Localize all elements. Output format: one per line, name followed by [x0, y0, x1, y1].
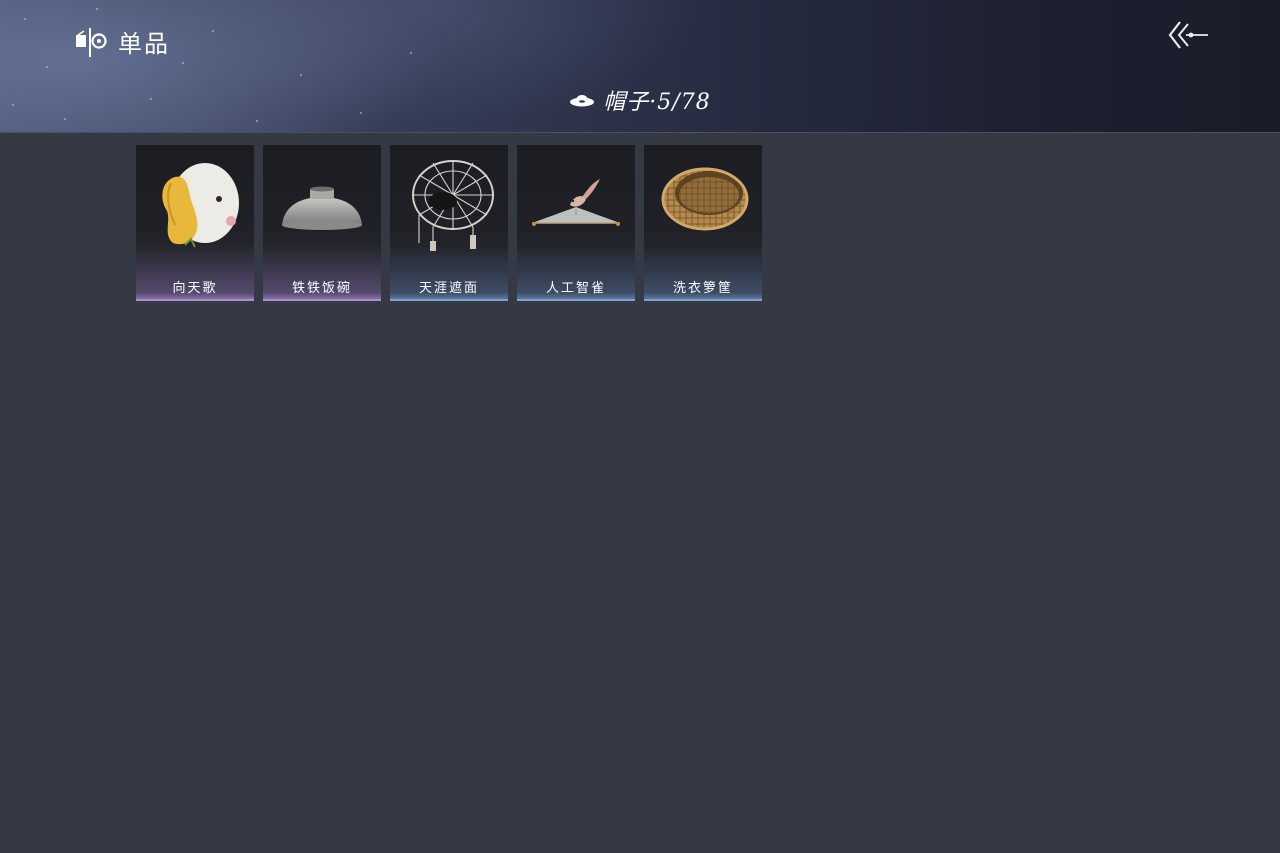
- item-card[interactable]: 向天歌: [136, 145, 254, 301]
- back-arrow-icon: [1168, 21, 1208, 49]
- item-name: 向天歌: [172, 281, 218, 296]
- wardrobe-icon: [76, 27, 107, 57]
- item-name: 洗衣箩筐: [672, 281, 733, 296]
- item-name: 人工智雀: [545, 281, 606, 296]
- back-button[interactable]: [1166, 18, 1212, 52]
- hat-icon: [570, 95, 595, 107]
- category-heading: 帽子·5/78: [0, 84, 1280, 116]
- header-banner: 单品 帽子·5/78: [0, 0, 1280, 133]
- page-title: 单品: [118, 30, 170, 58]
- item-name: 天涯遮面: [418, 281, 479, 296]
- item-card[interactable]: 洗衣箩筐: [644, 145, 762, 301]
- bird-hat-icon: [532, 179, 620, 226]
- item-card[interactable]: 天涯遮面: [390, 145, 508, 301]
- category-label: 帽子·5/78: [603, 90, 711, 115]
- bamboo-veil-hat-icon: [412, 160, 494, 251]
- title-group: 单品: [74, 24, 170, 59]
- item-card[interactable]: 人工智雀: [517, 145, 635, 301]
- item-name: 铁铁饭碗: [291, 281, 352, 296]
- goose-hood-icon: [162, 163, 239, 248]
- item-grid: 向天歌 铁铁饭碗 天涯遮面 人工智雀 洗衣箩筐: [136, 145, 762, 301]
- wicker-basket-icon: [661, 167, 749, 231]
- item-card[interactable]: 铁铁饭碗: [263, 145, 381, 301]
- iron-bowl-icon: [282, 186, 362, 230]
